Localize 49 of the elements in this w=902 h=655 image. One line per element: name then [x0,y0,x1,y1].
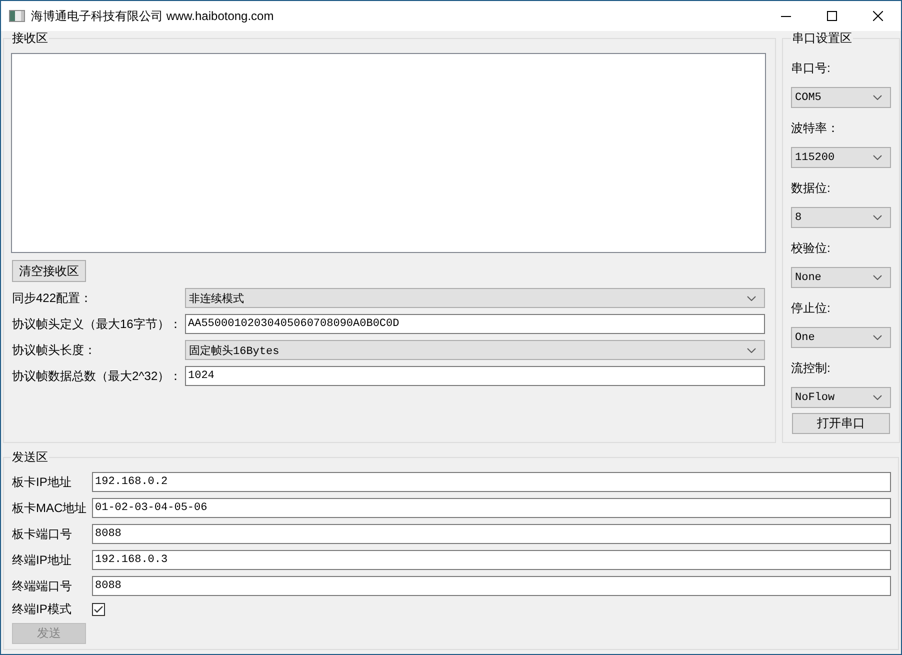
field-label: 终端IP地址 [12,553,72,567]
dropdown[interactable]: 非连续模式 [185,288,765,308]
chevron-down-icon [873,215,882,220]
field-label: 协议帧头长度： [12,343,97,357]
group-title: 串口设置区 [791,31,853,45]
checkbox[interactable] [92,602,105,616]
chevron-down-icon [873,335,882,340]
field-label: 板卡IP地址 [12,475,72,489]
chevron-down-icon [873,155,882,160]
close-icon [873,11,883,21]
field-label: 校验位: [791,241,832,255]
clear-button[interactable]: 清空接收区 [12,260,86,282]
text-field[interactable]: 8088 [92,576,891,596]
dropdown[interactable]: COM5 [791,87,891,108]
app-icon [9,10,25,22]
window-title: 海博通电子科技有限公司 www.haibotong.com [31,8,274,24]
field-label: 终端端口号 [12,579,73,593]
maximize-icon [827,11,837,21]
field-label: 同步422配置： [12,291,94,305]
group-title: 发送区 [11,450,49,464]
field-label: 停止位: [791,301,832,315]
dropdown[interactable]: 8 [791,207,891,228]
group-title: 接收区 [11,31,49,45]
chevron-down-icon [747,348,756,352]
text-field[interactable]: 192.168.0.2 [92,472,891,492]
text-field[interactable]: 01-02-03-04-05-06 [92,498,891,518]
field-label: 协议帧数据总数（最大2^32）： [12,369,183,383]
dropdown[interactable]: 固定帧头16Bytes [185,340,765,360]
field-label: 板卡MAC地址 [12,501,88,515]
field-label: 协议帧头定义（最大16字节）： [12,317,182,331]
field-label: 串口号: [791,61,832,75]
dropdown[interactable]: 115200 [791,147,891,168]
chevron-down-icon [873,95,882,100]
field-label: 数据位: [791,181,832,195]
text-field[interactable]: 192.168.0.3 [92,550,891,570]
open-port-button[interactable]: 打开串口 [792,413,890,434]
text-field[interactable]: 1024 [185,366,765,386]
dropdown[interactable]: NoFlow [791,387,891,408]
field-label: 板卡端口号 [12,527,73,541]
chevron-down-icon [747,296,756,300]
field-label: 波特率： [791,121,840,135]
dropdown[interactable]: One [791,327,891,348]
text-field[interactable]: 8088 [92,524,891,544]
chevron-down-icon [873,275,882,280]
field-label: 终端IP模式 [12,602,72,616]
text-field[interactable]: AA55000102030405060708090A0B0C0D [185,314,765,334]
field-label: 流控制: [791,361,832,375]
chevron-down-icon [873,395,882,400]
dropdown[interactable]: None [791,267,891,288]
